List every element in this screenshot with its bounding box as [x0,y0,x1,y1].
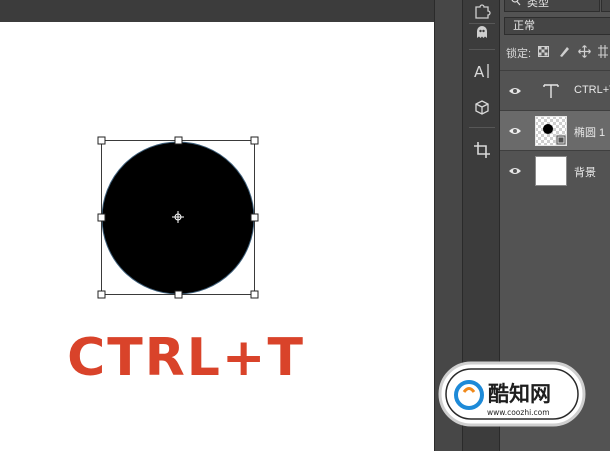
document-canvas[interactable]: CTRL+T [0,22,434,451]
transform-handle [250,136,259,145]
ghost-icon[interactable] [466,16,498,48]
background-layer-thumbnail [535,156,567,186]
transform-handle [250,213,259,222]
lock-label: 锁定: [506,48,532,60]
layer-kind-label: 类型 [527,0,549,9]
character-icon[interactable]: A [466,55,498,87]
visibility-eye-icon[interactable] [508,83,522,101]
transform-handle [174,290,183,299]
text-layer-thumbnail-icon [535,76,567,106]
layer-row-text[interactable]: CTRL+T [500,70,610,110]
layer-row-background[interactable]: 背景 [500,150,610,190]
document-tab-bar [0,0,434,22]
blend-mode-value: 正常 [513,20,535,32]
transform-handle [97,213,106,222]
canvas-artwork: CTRL+T [67,136,305,388]
transform-handle [174,136,183,145]
coozhi-watermark: 酷知网 www.coozhi.com [436,359,588,433]
watermark-url: www.coozhi.com [487,408,550,417]
blend-mode-select[interactable]: 正常 [504,17,610,35]
canvas-text-ctrl-t[interactable]: CTRL+T [67,328,305,388]
svg-text:A: A [474,63,485,81]
layer-kind-filter[interactable]: 类型 [504,0,600,12]
watermark-brand: 酷知网 [488,382,551,406]
layer-row-ellipse[interactable]: 椭圆 1 [500,110,610,150]
transform-handle [97,290,106,299]
lock-image-pixels-icon[interactable] [558,45,570,61]
layer-name: 椭圆 1 [574,127,606,139]
cube-icon[interactable] [466,92,498,124]
search-icon [511,0,521,12]
layer-name: CTRL+T [574,84,610,96]
filter-toggle-button[interactable] [601,0,610,12]
crop-icon[interactable] [466,134,498,166]
lock-position-icon[interactable] [578,45,591,61]
visibility-eye-icon[interactable] [508,163,522,181]
lock-artboard-icon[interactable] [598,45,608,61]
tool-separator [469,49,495,50]
visibility-eye-icon[interactable] [508,123,522,141]
lock-transparent-pixels-icon[interactable] [538,46,549,60]
ellipse-layer-thumbnail [535,116,567,146]
lock-row: 锁定: [500,41,610,63]
layer-name: 背景 [574,167,596,179]
tool-separator [469,127,495,128]
transform-handle [97,136,106,145]
transform-handle [250,290,259,299]
